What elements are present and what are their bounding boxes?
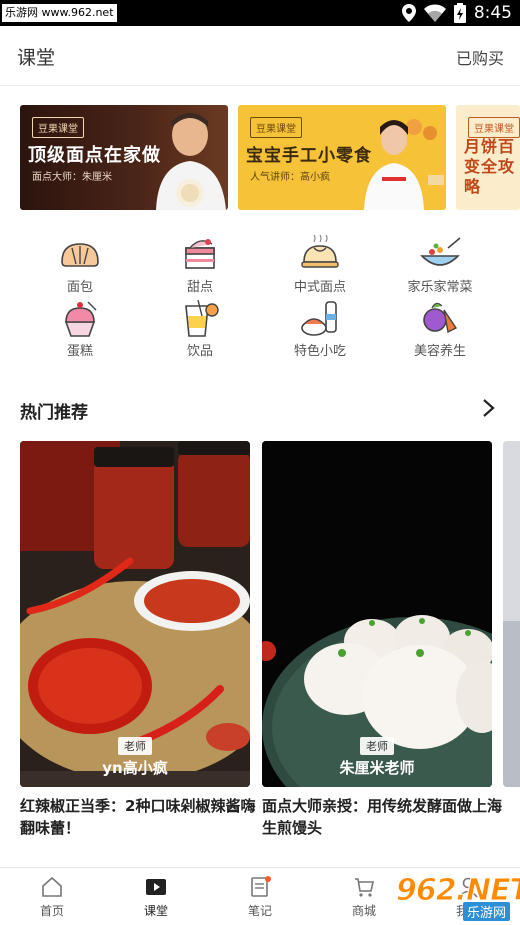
category-label: 家乐家常菜 [407, 280, 473, 295]
category-label: 美容养生 [413, 344, 466, 359]
course-title: 红辣椒正当季：2种口味剁椒辣酱嗨翻味蕾！ [20, 797, 256, 837]
drink-icon [185, 299, 219, 337]
nav-classroom[interactable]: 课堂 [126, 876, 186, 919]
play-icon [146, 879, 166, 895]
sushi-icon [301, 301, 337, 336]
category-wellness[interactable]: 美容养生 [385, 298, 495, 359]
course-card[interactable]: 宝加 [503, 441, 520, 787]
banner-tag: 豆果课堂 [250, 117, 302, 138]
author-name: yn高小疯 [102, 759, 168, 777]
category-label: 甜点 [186, 280, 213, 295]
course-title: 面点大师亲授：用传统发酵面做上海生煎馒头 [262, 797, 503, 837]
battery-icon [453, 3, 466, 23]
watermark-small-text: 乐游网 [462, 902, 510, 921]
category-label: 蛋糕 [66, 344, 93, 359]
note-icon [251, 876, 271, 897]
category-label: 饮品 [186, 344, 213, 359]
home-icon [42, 876, 62, 897]
category-home-dishes[interactable]: 家乐家常菜 [385, 234, 495, 295]
cart-icon [355, 878, 374, 897]
teacher-badge: 老师 [360, 737, 394, 755]
wifi-icon [423, 4, 446, 22]
bread-icon [61, 243, 99, 267]
banner-3[interactable]: 豆果课堂 月饼百变全攻略 [456, 105, 520, 210]
banner-tag: 豆果课堂 [468, 117, 520, 138]
category-label: 中式面点 [293, 280, 346, 295]
purchased-link[interactable]: 已购买 [456, 45, 504, 69]
author-name: 朱厘米老师 [339, 759, 415, 777]
category-snacks[interactable]: 特色小吃 [265, 298, 375, 359]
course-cover-chili: 老师 yn高小疯 [20, 441, 250, 787]
banner-carousel[interactable]: 豆果课堂 顶级面点在家做 面点大师：朱厘米 豆果课堂 宝宝手工小零食 人气讲师：… [20, 105, 520, 210]
category-bread[interactable]: 面包 [25, 234, 135, 295]
cupcake-icon [64, 301, 97, 337]
header: 课堂 已购买 [0, 26, 520, 86]
category-chinese-pastry[interactable]: 中式面点 [265, 234, 375, 295]
category-label: 面包 [66, 280, 93, 295]
status-bar: 乐游网 www.962.net 8:45 [0, 0, 520, 26]
banner-tag: 豆果课堂 [32, 117, 84, 138]
category-label: 特色小吃 [293, 344, 346, 359]
nav-label: 笔记 [247, 904, 272, 918]
status-time: 8:45 [473, 3, 512, 23]
nav-label: 课堂 [143, 904, 168, 918]
category-dessert[interactable]: 甜点 [145, 234, 255, 295]
course-card[interactable]: 老师 朱厘米老师 面点大师亲授：用传统发酵面做上海生煎馒头 [262, 441, 502, 837]
banner-headline: 宝宝手工小零食 [246, 146, 372, 166]
category-cake[interactable]: 蛋糕 [25, 298, 135, 359]
chef-portrait [156, 113, 226, 210]
section-title: 热门推荐 [20, 403, 88, 423]
banner-headline: 月饼百变全攻略 [464, 137, 516, 196]
vegetables-icon [423, 302, 458, 334]
nav-label: 首页 [39, 904, 64, 918]
banner-subtitle: 面点大师：朱厘米 [32, 172, 112, 183]
teacher-portrait [364, 119, 444, 210]
nav-notes[interactable]: 笔记 [230, 876, 290, 919]
course-cover-buns: 老师 朱厘米老师 [262, 441, 492, 787]
nav-home[interactable]: 首页 [22, 876, 82, 919]
watermark-logo: 962.NET 乐游网 [390, 871, 520, 923]
page-title: 课堂 [17, 47, 56, 69]
banner-headline: 顶级面点在家做 [28, 145, 161, 166]
watermark-top-left: 乐游网 www.962.net [2, 4, 117, 22]
teacher-badge: 老师 [118, 737, 152, 755]
course-card[interactable]: 老师 yn高小疯 红辣椒正当季：2种口味剁椒辣酱嗨翻味蕾！ [20, 441, 255, 837]
chevron-right-icon[interactable] [478, 397, 498, 419]
banner-subtitle: 人气讲师：高小疯 [250, 172, 330, 183]
status-icons: 8:45 [401, 0, 512, 26]
steamed-bun-icon [301, 234, 339, 268]
wok-icon [420, 237, 461, 266]
banner-1[interactable]: 豆果课堂 顶级面点在家做 面点大师：朱厘米 [20, 105, 228, 210]
course-cover-partial [503, 441, 520, 787]
location-icon [401, 4, 416, 22]
nav-shop[interactable]: 商城 [334, 876, 394, 919]
category-drinks[interactable]: 饮品 [145, 298, 255, 359]
cake-slice-icon [185, 239, 215, 269]
banner-2[interactable]: 豆果课堂 宝宝手工小零食 人气讲师：高小疯 [238, 105, 446, 210]
nav-label: 商城 [351, 904, 376, 918]
